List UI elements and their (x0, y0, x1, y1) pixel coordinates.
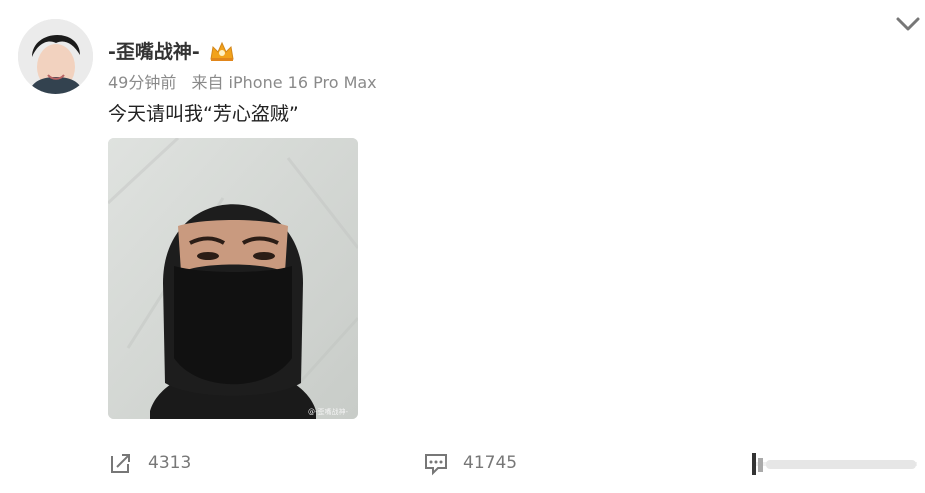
post-time[interactable]: 49分钟前 (108, 73, 176, 92)
comment-count: 41745 (463, 453, 518, 473)
post-image[interactable]: @-歪嘴战神- (108, 138, 358, 419)
author-name[interactable]: -歪嘴战神- (108, 37, 200, 64)
post-source: 来自 iPhone 16 Pro Max (191, 73, 377, 92)
comment-action[interactable]: 41745 (423, 450, 517, 476)
crown-badge-icon[interactable] (208, 40, 236, 62)
share-action[interactable]: 4313 (108, 450, 191, 476)
author-name-row: -歪嘴战神- (108, 37, 236, 64)
share-count: 4313 (148, 453, 192, 473)
post-meta: 49分钟前 来自 iPhone 16 Pro Max (108, 69, 377, 93)
chevron-down-icon[interactable] (894, 12, 922, 36)
post-text: 今天请叫我“芳心盗贼” (108, 103, 299, 125)
image-watermark: @-歪嘴战神- (308, 407, 349, 416)
comment-icon (425, 454, 447, 476)
like-animation-strip[interactable] (752, 452, 917, 476)
avatar-image (18, 19, 93, 94)
avatar[interactable] (18, 19, 93, 94)
share-icon (111, 454, 130, 473)
image-content: @-歪嘴战神- (108, 138, 358, 419)
